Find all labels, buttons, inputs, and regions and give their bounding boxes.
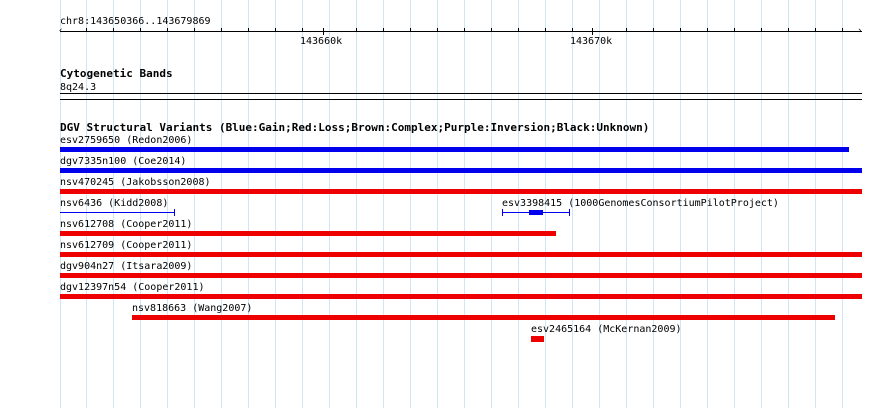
grid-line (437, 0, 438, 408)
ruler-minor-tick (545, 28, 546, 32)
sv-feature-label[interactable]: dgv12397n54 (Cooper2011) (60, 282, 205, 293)
sv-gain-bar[interactable] (60, 168, 862, 173)
ruler-minor-tick (734, 28, 735, 32)
sv-loss-bar[interactable] (60, 252, 862, 257)
sv-gain-thin-bar[interactable] (60, 212, 175, 213)
ruler-minor-tick (680, 28, 681, 32)
ruler-minor-tick (653, 28, 654, 32)
sv-feature-label[interactable]: nsv612708 (Cooper2011) (60, 219, 192, 230)
ruler-axis (60, 31, 862, 32)
ruler-minor-tick (221, 28, 222, 32)
ruler-minor-tick (140, 28, 141, 32)
sv-loss-bar[interactable] (60, 231, 556, 236)
sv-feature-label[interactable]: nsv6436 (Kidd2008) (60, 198, 168, 209)
ruler-minor-tick (437, 28, 438, 32)
ruler-minor-tick (464, 28, 465, 32)
cytoband-track-title[interactable]: Cytogenetic Bands (60, 68, 173, 80)
ruler-minor-tick (194, 28, 195, 32)
grid-line (275, 0, 276, 408)
sv-loss-bar[interactable] (60, 273, 862, 278)
ruler-minor-tick (788, 28, 789, 32)
sv-gain-bar[interactable] (60, 147, 849, 152)
grid-line (329, 0, 330, 408)
cytoband-label: 8q24.3 (60, 82, 97, 93)
ruler-minor-tick (518, 28, 519, 32)
ruler-minor-tick (491, 28, 492, 32)
ruler-minor-tick (761, 28, 762, 32)
ruler-major-tick (323, 28, 324, 35)
sv-feature-label[interactable]: esv2465164 (McKernan2009) (531, 324, 682, 335)
grid-line (788, 0, 789, 408)
sv-gain-bar[interactable] (529, 210, 543, 215)
cytoband-bottom-border (60, 99, 862, 100)
sv-feature-label[interactable]: nsv612709 (Cooper2011) (60, 240, 192, 251)
ruler-tick-label: 143670k (570, 36, 613, 47)
sv-loss-bar[interactable] (60, 294, 862, 299)
ruler-minor-tick (248, 28, 249, 32)
ruler-minor-tick (572, 28, 573, 32)
grid-line (356, 0, 357, 408)
sv-feature-label[interactable]: nsv818663 (Wang2007) (132, 303, 252, 314)
grid-line (491, 0, 492, 408)
grid-line (302, 0, 303, 408)
ruler-minor-tick (383, 28, 384, 32)
sv-feature-label[interactable]: dgv904n27 (Itsara2009) (60, 261, 192, 272)
sv-loss-bar[interactable] (60, 189, 862, 194)
sv-gain-endcap (174, 209, 175, 216)
ruler-major-tick (592, 28, 593, 35)
genome-browser-track-view: chr8:143650366..143679869 ‹ › 143660k 14… (0, 0, 890, 408)
grid-line (410, 0, 411, 408)
ruler-left-arrow-icon: ‹ (58, 26, 64, 36)
ruler-right-arrow-icon: › (857, 26, 863, 36)
ruler-minor-tick (275, 28, 276, 32)
ruler-location-label: chr8:143650366..143679869 (60, 16, 211, 27)
grid-line (464, 0, 465, 408)
sv-loss-bar[interactable] (132, 315, 835, 320)
ruler-minor-tick (302, 28, 303, 32)
grid-line (248, 0, 249, 408)
ruler-minor-tick (167, 28, 168, 32)
ruler-minor-tick (815, 28, 816, 32)
sv-loss-bar[interactable] (531, 336, 544, 342)
grid-line (221, 0, 222, 408)
sv-feature-label[interactable]: nsv470245 (Jakobsson2008) (60, 177, 211, 188)
ruler-minor-tick (410, 28, 411, 32)
grid-line (815, 0, 816, 408)
grid-line (194, 0, 195, 408)
ruler-tick-label: 143660k (300, 36, 343, 47)
ruler-minor-tick (356, 28, 357, 32)
grid-line (383, 0, 384, 408)
dgv-track-title[interactable]: DGV Structural Variants (Blue:Gain;Red:L… (60, 122, 649, 134)
cytoband-top-border (60, 93, 862, 94)
sv-feature-label[interactable]: dgv7335n100 (Coe2014) (60, 156, 186, 167)
ruler-minor-tick (86, 28, 87, 32)
grid-line (842, 0, 843, 408)
ruler-minor-tick (707, 28, 708, 32)
sv-gain-endcap (569, 209, 570, 216)
ruler-minor-tick (113, 28, 114, 32)
sv-feature-label[interactable]: esv2759650 (Redon2006) (60, 135, 192, 146)
ruler-minor-tick (626, 28, 627, 32)
ruler-minor-tick (842, 28, 843, 32)
sv-feature-label[interactable]: esv3398415 (1000GenomesConsortiumPilotPr… (502, 198, 779, 209)
